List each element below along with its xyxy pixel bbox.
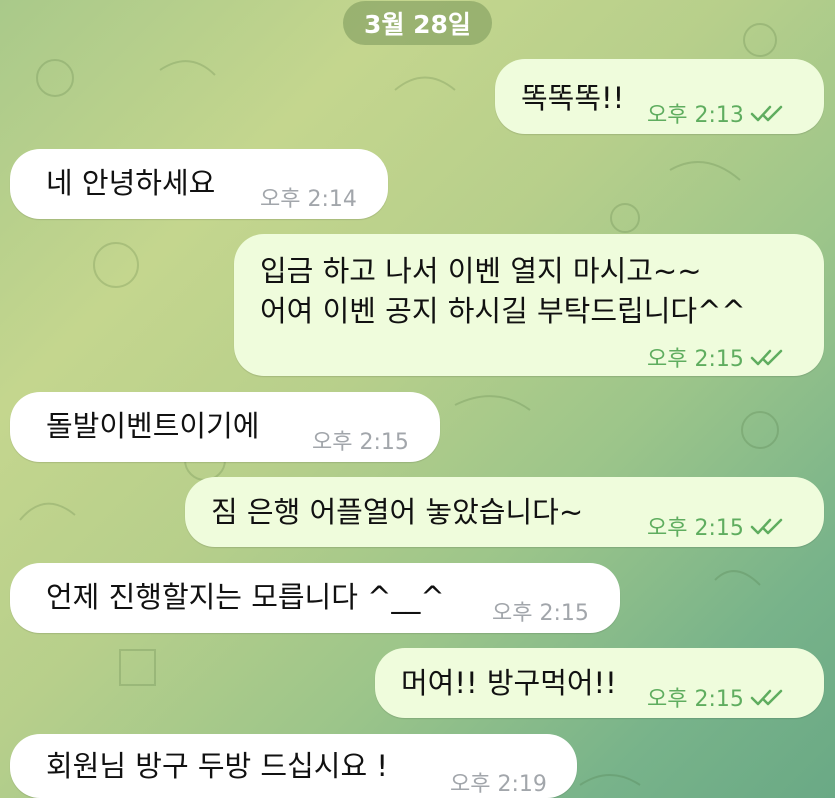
message-text-line-2: 어여 이벤 공지 하시길 부탁드립니다^^: [260, 294, 746, 328]
message-time: 오후 2:19: [450, 772, 547, 797]
message-meta: 오후 2:19: [450, 766, 547, 798]
message-meta: 오후 2:13: [647, 97, 784, 129]
message-text: 회원님 방구 두방 드십시요 !: [46, 749, 388, 783]
message-bubble-incoming[interactable]: 돌발이벤트이기에 오후 2:15: [10, 392, 440, 462]
message-bubble-incoming[interactable]: 네 안녕하세요 오후 2:14: [10, 149, 388, 219]
message-text-line-1: 입금 하고 나서 이벤 열지 마시고~~: [260, 254, 702, 288]
message-text: 언제 진행할지는 모릅니다 ^__^: [46, 580, 445, 614]
message-bubble-outgoing[interactable]: 짐 은행 어플열어 놓았습니다~ 오후 2:15: [185, 477, 824, 547]
message-bubble-incoming[interactable]: 회원님 방구 두방 드십시요 ! 오후 2:19: [10, 734, 577, 798]
message-time: 오후 2:15: [647, 516, 744, 541]
double-check-icon: [750, 517, 784, 535]
message-text: 돌발이벤트이기에: [46, 409, 260, 443]
message-bubble-outgoing[interactable]: 입금 하고 나서 이벤 열지 마시고~~ 어여 이벤 공지 하시길 부탁드립니다…: [234, 234, 824, 376]
double-check-icon: [750, 688, 784, 706]
message-time: 오후 2:15: [312, 430, 409, 455]
message-meta: 오후 2:15: [647, 681, 784, 713]
date-divider-chip: 3월 28일: [343, 1, 492, 45]
message-meta: 오후 2:15: [647, 510, 784, 542]
message-time: 오후 2:13: [647, 103, 744, 128]
message-bubble-incoming[interactable]: 언제 진행할지는 모릅니다 ^__^ 오후 2:15: [10, 563, 620, 633]
message-bubble-outgoing[interactable]: 똑똑똑!! 오후 2:13: [495, 59, 824, 134]
double-check-icon: [750, 104, 784, 122]
message-time: 오후 2:15: [647, 687, 744, 712]
message-text: 똑똑똑!!: [521, 81, 625, 115]
message-bubble-outgoing[interactable]: 머여!! 방구먹어!! 오후 2:15: [375, 648, 824, 718]
message-time: 오후 2:15: [492, 601, 589, 626]
message-meta: 오후 2:14: [260, 181, 357, 213]
message-text: 머여!! 방구먹어!!: [401, 666, 617, 700]
message-time: 오후 2:15: [647, 347, 744, 372]
message-text: 네 안녕하세요: [46, 166, 216, 200]
message-time: 오후 2:14: [260, 187, 357, 212]
message-meta: 오후 2:15: [312, 424, 409, 456]
message-meta: 오후 2:15: [492, 595, 589, 627]
double-check-icon: [750, 348, 784, 366]
message-meta: 오후 2:15: [647, 341, 784, 373]
message-text: 짐 은행 어플열어 놓았습니다~: [211, 495, 584, 529]
